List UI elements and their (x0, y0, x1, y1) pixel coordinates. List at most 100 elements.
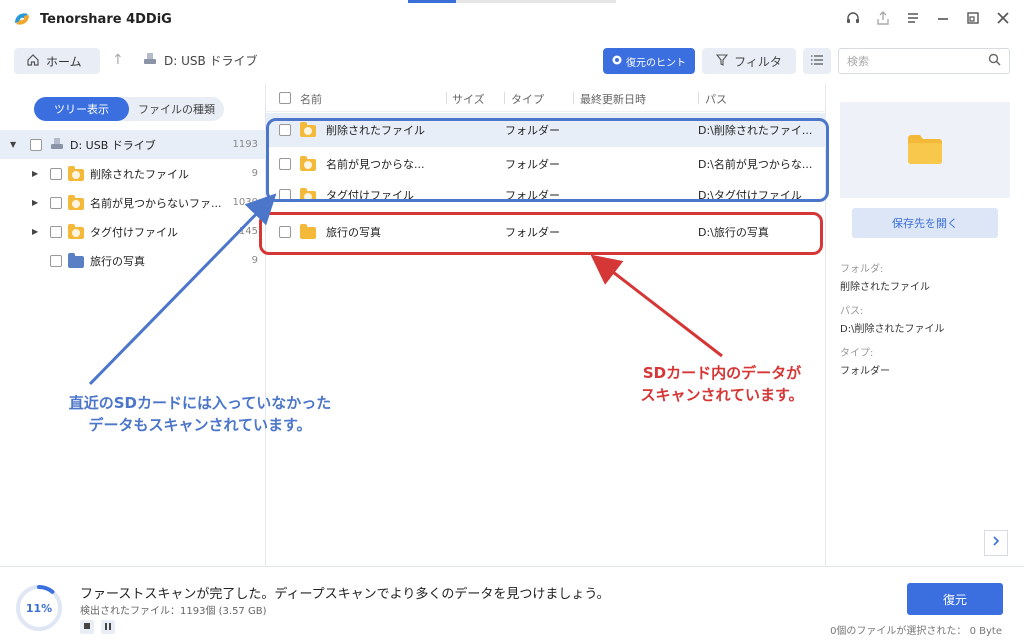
caret-right-icon[interactable]: ▶ (32, 227, 38, 236)
recover-button[interactable]: 復元 (907, 583, 1003, 615)
tree-checkbox[interactable] (50, 254, 62, 267)
home-button[interactable]: ホーム (14, 48, 100, 74)
select-all-checkbox[interactable] (279, 92, 291, 104)
search-box (838, 48, 1010, 74)
support-headset-icon[interactable] (842, 6, 864, 30)
tree-item-count: 1030 (232, 197, 258, 208)
open-destination-button[interactable]: 保存先を開く (852, 208, 998, 238)
chat-bubble-icon (612, 55, 622, 68)
recovery-hint-button[interactable]: 復元のヒント (603, 48, 695, 74)
search-icon[interactable] (988, 53, 1001, 70)
stop-button[interactable] (80, 620, 94, 634)
home-label: ホーム (46, 54, 82, 69)
red-annotation-note: SDカード内のデータが スキャンされています。 (622, 362, 822, 406)
found-files-text: 検出されたファイル：1193個 (3.57 GB) (80, 606, 267, 617)
title-strip (456, 0, 616, 3)
breadcrumb-drive[interactable]: D: USB ドライブ (164, 52, 258, 69)
usb-drive-icon (142, 52, 158, 69)
tree-item-count: 1193 (232, 139, 258, 150)
usb-drive-icon (49, 137, 65, 154)
stop-icon (84, 623, 90, 631)
tree-checkbox[interactable] (50, 225, 62, 238)
list-view-button[interactable] (803, 48, 831, 74)
preview-area (840, 102, 1010, 198)
tab-file-types[interactable]: ファイルの種類 (129, 97, 224, 121)
red-highlight-box (259, 212, 823, 255)
status-bar: 11% ファーストスキャンが完了した。ディープスキャンでより多くのデータを見つけ… (0, 566, 1024, 644)
view-tabs: ツリー表示 ファイルの種類 (34, 97, 224, 121)
tree-item-deleted-files[interactable]: ▶ 削除されたファイル 9 (0, 159, 266, 188)
column-divider[interactable] (504, 92, 505, 104)
tree-item-count: 9 (251, 255, 258, 266)
filter-button[interactable]: フィルタ (702, 48, 796, 74)
tagged-folder-icon (68, 224, 84, 242)
tree-checkbox[interactable] (30, 138, 42, 151)
home-icon (26, 53, 40, 70)
list-view-icon (810, 54, 824, 69)
caret-right-icon[interactable]: ▶ (32, 198, 38, 207)
tree-item-tagged-files[interactable]: ▶ タグ付けファイル 145 (0, 217, 266, 246)
recovery-hint-label: 復元のヒント (626, 57, 686, 69)
blue-note-line: データもスキャンされています。 (88, 416, 312, 434)
tree-item-unknown-name[interactable]: ▶ 名前が見つからないファ... 1030 (0, 188, 266, 217)
column-modified[interactable]: 最終更新日時 (580, 91, 646, 107)
type-meta-value: フォルダー (840, 366, 890, 377)
column-path[interactable]: パス (705, 91, 727, 107)
selection-info: 0個のファイルが選択された： 0 Byte (830, 626, 1002, 637)
list-header: 名前 サイズ タイプ 最終更新日時 パス (266, 84, 826, 112)
pause-icon (105, 622, 111, 632)
path-meta-value: D:\削除されたファイル (840, 324, 945, 335)
search-input[interactable] (847, 54, 977, 68)
column-type[interactable]: タイプ (511, 91, 544, 107)
blue-folder-icon (68, 253, 84, 271)
blue-annotation-note: 直近のSDカードには入っていなかった データもスキャンされています。 (40, 392, 360, 436)
type-meta-label: タイプ: (840, 348, 874, 359)
scan-message: ファーストスキャンが完了した。ディープスキャンでより多くのデータを見つけましょう… (80, 587, 610, 602)
caret-right-icon[interactable]: ▶ (32, 169, 38, 178)
tree-item-count: 145 (238, 226, 258, 237)
toolbar: ホーム ↑ D: USB ドライブ 復元のヒント フィルタ (0, 38, 1024, 84)
unknown-folder-icon (68, 195, 84, 213)
pause-button[interactable] (101, 620, 115, 634)
tree-item-label: D: USB ドライブ (70, 138, 156, 152)
tab-tree-view[interactable]: ツリー表示 (34, 97, 129, 121)
details-panel: 保存先を開く フォルダ: 削除されたファイル パス: D:\削除されたファイル … (826, 84, 1024, 566)
scan-progress-text: 11% (25, 601, 53, 615)
minimize-icon[interactable] (932, 6, 954, 30)
folder-meta-label: フォルダ: (840, 264, 884, 275)
column-divider[interactable] (698, 92, 699, 104)
column-divider[interactable] (573, 92, 574, 104)
restore-icon[interactable] (962, 6, 984, 30)
next-button[interactable] (984, 530, 1008, 556)
up-arrow-icon[interactable]: ↑ (112, 52, 124, 68)
tree-checkbox[interactable] (50, 167, 62, 180)
close-icon[interactable] (992, 6, 1014, 30)
folder-tree: ▼ D: USB ドライブ 1193 ▶ 削除されたファイル 9 ▶ 名前が見つ… (0, 130, 266, 275)
tree-item-usb-drive[interactable]: ▼ D: USB ドライブ 1193 (0, 130, 266, 159)
title-bar: Tenorshare 4DDiG (0, 0, 1024, 38)
red-note-line: SDカード内のデータが (642, 364, 802, 382)
column-divider[interactable] (446, 92, 447, 104)
deleted-folder-icon (68, 166, 84, 184)
tree-item-label: 削除されたファイル (90, 167, 189, 181)
filter-label: フィルタ (734, 54, 782, 69)
tree-checkbox[interactable] (50, 196, 62, 209)
sidebar: ツリー表示 ファイルの種類 ▼ D: USB ドライブ 1193 ▶ 削除された… (0, 84, 266, 566)
folder-meta-value: 削除されたファイル (840, 282, 930, 293)
share-icon[interactable] (872, 6, 894, 30)
tree-item-count: 9 (251, 168, 258, 179)
red-note-line: スキャンされています。 (640, 386, 804, 404)
blue-highlight-box (266, 118, 829, 202)
column-size[interactable]: サイズ (452, 91, 485, 107)
breadcrumb: D: USB ドライブ (142, 52, 258, 69)
column-name[interactable]: 名前 (300, 91, 322, 107)
tree-item-label: タグ付けファイル (90, 225, 178, 239)
large-folder-icon (906, 132, 944, 169)
path-meta-label: パス: (840, 306, 864, 317)
tree-item-label: 旅行の写真 (90, 254, 145, 268)
app-logo-icon (12, 9, 32, 29)
caret-down-icon[interactable]: ▼ (10, 140, 16, 149)
menu-icon[interactable] (902, 6, 924, 30)
window-controls (842, 6, 1014, 30)
tree-item-travel-photos[interactable]: 旅行の写真 9 (0, 246, 266, 275)
